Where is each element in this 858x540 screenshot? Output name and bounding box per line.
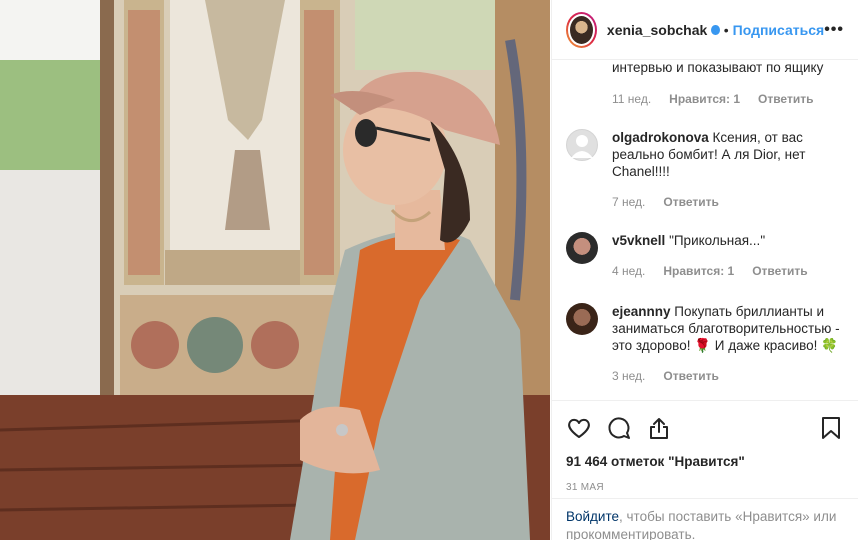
comment-likes[interactable]: Нравится: 1 xyxy=(663,263,734,280)
comment-age[interactable]: 4 нед. xyxy=(612,263,645,280)
comment-text: "Прикольная..." xyxy=(669,233,766,248)
login-link[interactable]: Войдите xyxy=(566,509,619,524)
comment-age[interactable]: 7 нед. xyxy=(612,194,645,211)
comment-item: ejeannny Покупать бриллианты и заниматьс… xyxy=(566,303,844,385)
profile-username[interactable]: xenia_sobchak xyxy=(607,22,707,38)
comment-item: интервью и показывают по ящику 11 нед. Н… xyxy=(566,60,844,108)
comment-avatar[interactable] xyxy=(566,129,598,161)
header-separator: • xyxy=(723,21,729,38)
comment-item: olgadrokonova Ксения, от вас реально бом… xyxy=(566,129,844,211)
heart-icon[interactable] xyxy=(566,415,592,441)
post-header: xenia_sobchak • Подписаться ••• xyxy=(552,0,858,60)
share-icon[interactable] xyxy=(646,415,672,441)
comments-list[interactable]: интервью и показывают по ящику 11 нед. Н… xyxy=(552,60,858,400)
comment-item: v5vknell "Прикольная..." 4 нед. Нравится… xyxy=(566,232,844,280)
photo-illustration xyxy=(0,0,550,540)
comment-age[interactable]: 3 нед. xyxy=(612,368,645,385)
likes-count[interactable]: 91 464 отметок "Нравится" xyxy=(566,454,844,469)
post-date[interactable]: 31 МАЯ xyxy=(566,482,844,493)
comment-text: интервью и показывают по ящику xyxy=(612,60,824,75)
comment-username[interactable]: ejeannny xyxy=(612,304,671,319)
comment-avatar[interactable] xyxy=(566,232,598,264)
reply-button[interactable]: Ответить xyxy=(663,194,718,211)
reply-button[interactable]: Ответить xyxy=(752,263,807,280)
login-prompt: Войдите, чтобы поставить «Нравится» или … xyxy=(552,498,858,540)
comment-icon[interactable] xyxy=(606,415,632,441)
comment-likes[interactable]: Нравится: 1 xyxy=(669,91,740,108)
post-photo[interactable] xyxy=(0,0,550,540)
verified-badge-icon xyxy=(711,24,720,35)
comment-username[interactable]: olgadrokonova xyxy=(612,130,709,145)
comment-age[interactable]: 11 нед. xyxy=(612,91,651,108)
reply-button[interactable]: Ответить xyxy=(663,368,718,385)
follow-button[interactable]: Подписаться xyxy=(733,22,825,38)
reply-button[interactable]: Ответить xyxy=(758,91,813,108)
comment-avatar[interactable] xyxy=(566,303,598,335)
bookmark-icon[interactable] xyxy=(818,415,844,441)
more-options-icon[interactable]: ••• xyxy=(824,21,844,39)
post-actions: 91 464 отметок "Нравится" 31 МАЯ xyxy=(552,400,858,493)
comment-username[interactable]: v5vknell xyxy=(612,233,665,248)
action-bar xyxy=(566,401,844,455)
post-sidebar: xenia_sobchak • Подписаться ••• интервью… xyxy=(551,0,858,540)
profile-avatar[interactable] xyxy=(566,11,597,48)
default-avatar-icon xyxy=(571,135,593,158)
